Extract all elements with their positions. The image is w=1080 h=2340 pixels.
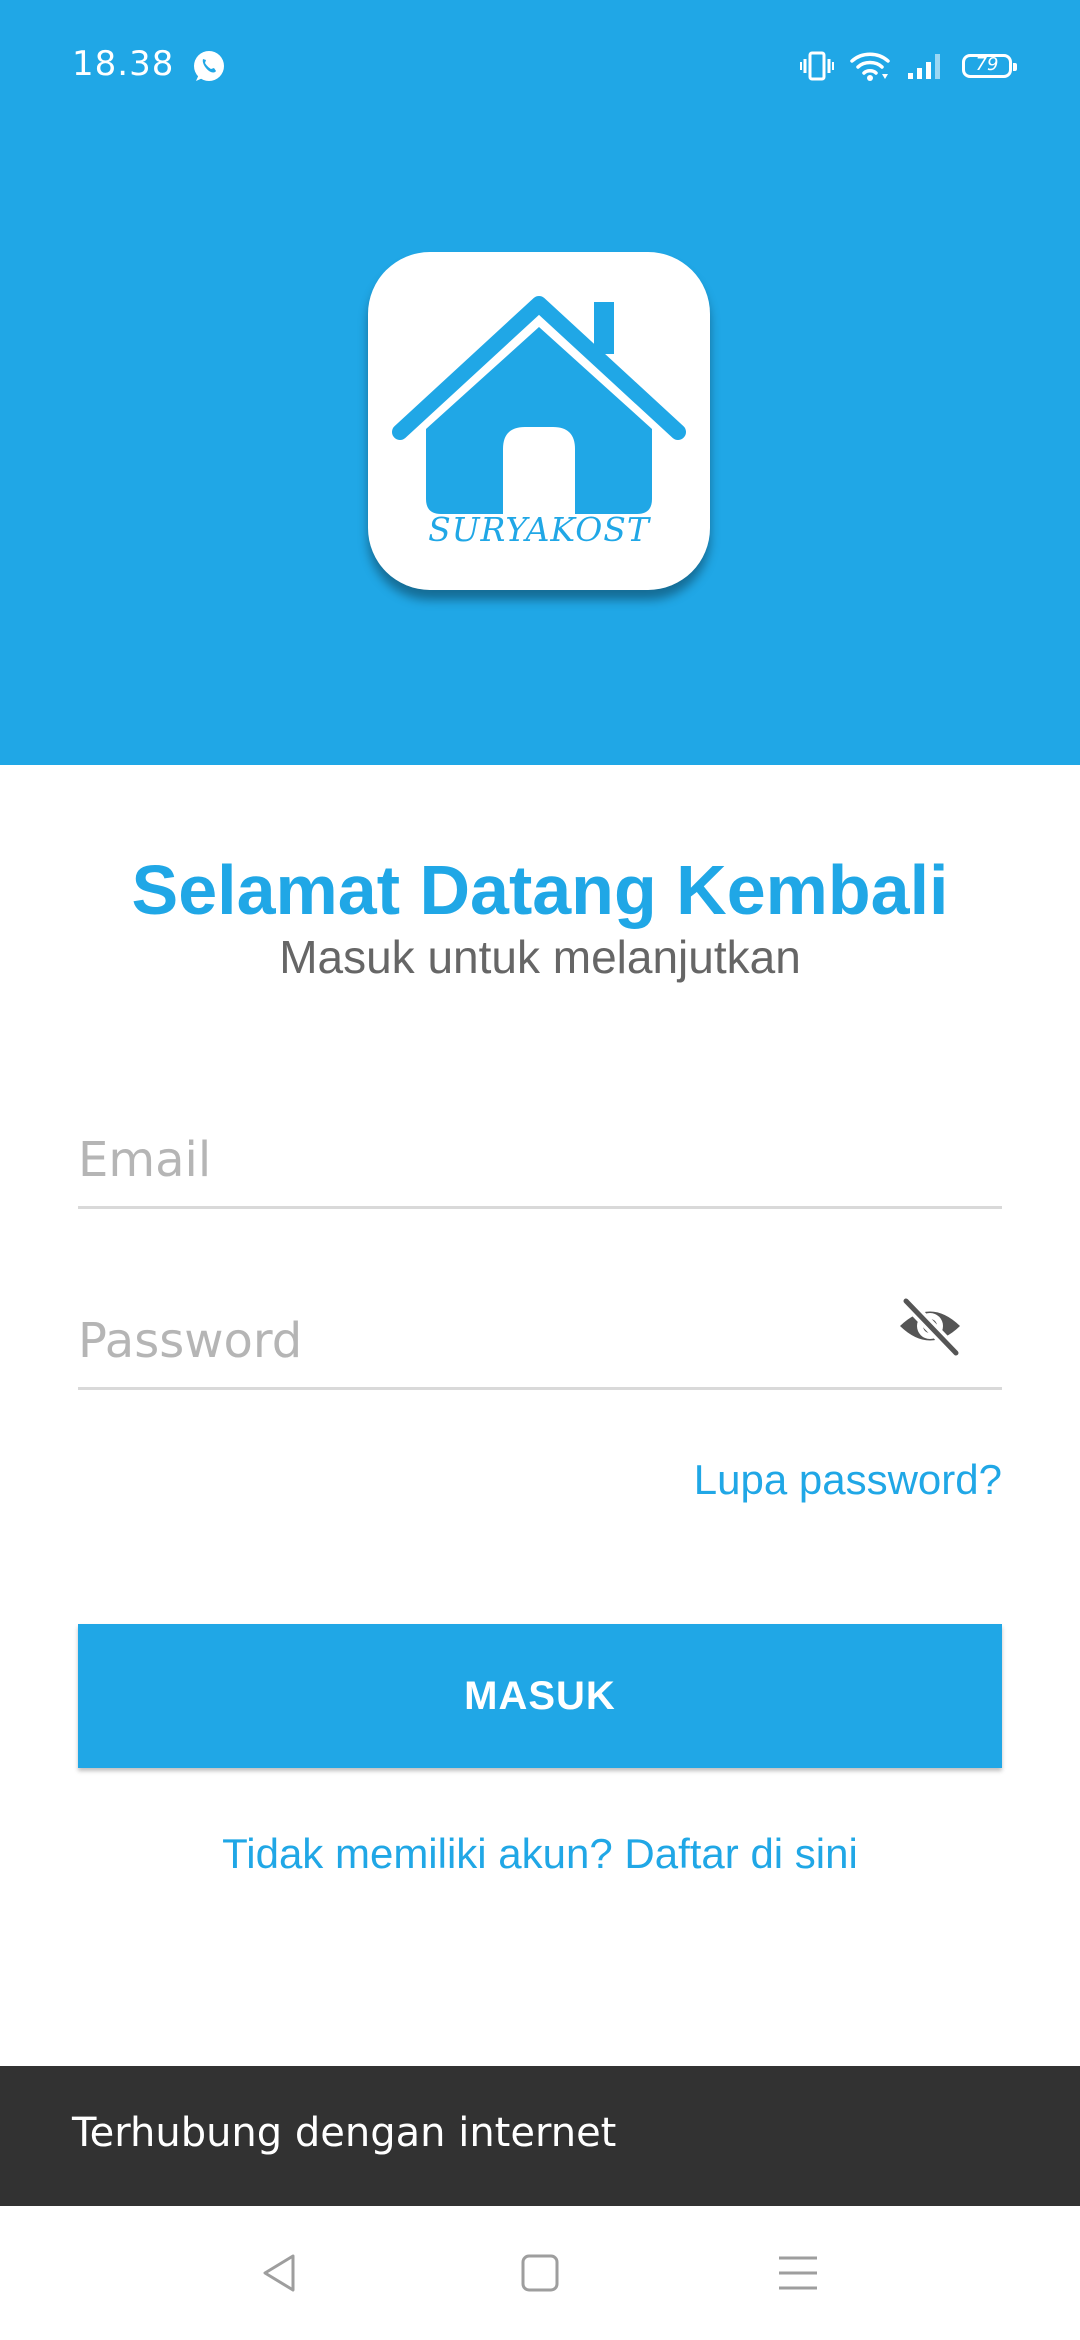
battery-icon: 79 [962,54,1017,78]
login-button[interactable]: MASUK [78,1624,1002,1768]
home-icon[interactable] [515,2248,565,2298]
navigation-bar [0,2206,1080,2340]
email-field-container [78,1096,1002,1209]
menu-icon[interactable] [773,2248,823,2298]
status-time: 18.38 [72,44,175,84]
snackbar-message: Terhubung dengan internet [72,2110,617,2156]
app-logo: SURYAKOST [368,252,710,590]
welcome-title: Selamat Datang Kembali [131,851,949,929]
signal-icon [908,54,940,79]
back-icon[interactable] [255,2248,305,2298]
battery-level: 79 [975,54,999,75]
status-bar: 18.38 79 [0,0,1080,130]
register-link[interactable]: Tidak memiliki akun? Daftar di sini [0,1830,1080,1878]
password-field-container [78,1277,1002,1390]
status-icons: 79 [800,46,1017,86]
header-banner: 18.38 79 SURYAKOST [0,0,1080,765]
eye-off-icon[interactable] [896,1293,964,1359]
whatsapp-icon [194,51,224,81]
snackbar: Terhubung dengan internet [0,2066,1080,2206]
welcome-subtitle: Masuk untuk melanjutkan [279,931,801,983]
vibrate-icon [800,51,834,81]
email-input[interactable] [78,1132,898,1188]
wifi-icon [850,52,890,81]
logo-text: SURYAKOST [428,510,650,549]
password-input[interactable] [78,1313,898,1369]
forgot-password-link[interactable]: Lupa password? [694,1456,1002,1504]
